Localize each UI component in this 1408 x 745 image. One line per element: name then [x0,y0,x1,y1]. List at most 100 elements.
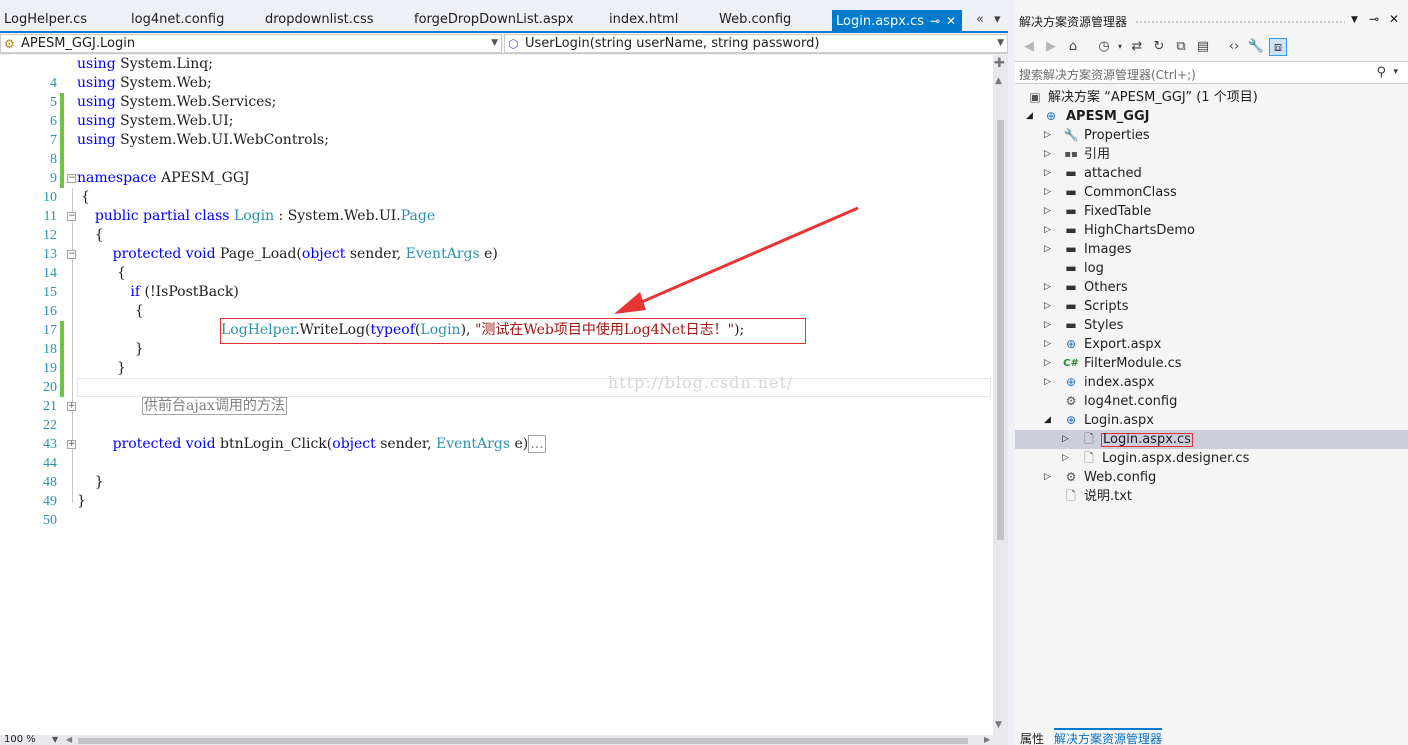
preview-icon[interactable]: ⧈ [1269,38,1287,56]
window-position-dropdown-icon[interactable]: ▼ [1351,15,1358,25]
tree-node-label: CommonClass [1084,185,1177,200]
scrollbar-thumb[interactable] [997,120,1004,540]
properties-icon[interactable]: 🔧 [1247,38,1265,56]
pin-icon[interactable]: ⊸ [1369,12,1379,26]
tab-forgedropdownlist-aspx[interactable]: forgeDropDownList.aspx [414,9,574,31]
expand-arrow-icon[interactable]: ▷ [1062,449,1069,468]
chevron-down-icon[interactable]: ▼ [997,35,1004,52]
collapse-icon[interactable]: − [67,250,76,259]
tree-node-project[interactable]: ◢ ⊕ APESM_GGJ [1015,107,1408,126]
zoom-level[interactable]: 100 % [4,734,36,745]
expand-arrow-icon[interactable]: ▷ [1044,335,1051,354]
member-combo[interactable]: ⬡ UserLogin(string userName, string pass… [504,34,1008,53]
chevron-down-icon[interactable]: ▼ [491,35,498,52]
expand-icon[interactable]: + [67,440,76,449]
horizontal-scrollbar-thumb[interactable] [78,738,968,744]
tree-node-folder[interactable]: ▷ ▬ attached [1015,164,1408,183]
collapsed-body[interactable]: ... [528,435,546,453]
tree-node-file[interactable]: ▷ C# FilterModule.cs [1015,354,1408,373]
search-options-dropdown-icon[interactable]: ▾ [1393,67,1398,77]
collapse-arrow-icon[interactable]: ◢ [1044,411,1051,430]
expand-arrow-icon[interactable]: ▷ [1062,430,1069,449]
zoom-dropdown-icon[interactable]: ▼ [52,735,58,744]
tree-node-file-selected[interactable]: ▷ 🗋 Login.aspx.cs [1015,430,1408,449]
tree-node-file[interactable]: 🗋 说明.txt [1015,487,1408,506]
tab-log4net-config[interactable]: log4net.config [131,9,224,31]
view-code-icon[interactable]: ‹› [1225,38,1243,56]
expand-arrow-icon[interactable]: ▷ [1044,354,1051,373]
grip-dots [1135,20,1345,25]
folder-icon: ▬ [1065,223,1077,237]
tree-node-file[interactable]: ▷ ⊕ Export.aspx [1015,335,1408,354]
scroll-tabs-left-icon[interactable]: « [976,12,984,27]
expand-arrow-icon[interactable]: ▷ [1044,373,1051,392]
search-icon[interactable]: ⚲ [1376,65,1386,80]
tree-node-file[interactable]: ⚙ log4net.config [1015,392,1408,411]
editor-vertical-scrollbar[interactable]: ✚ ▲ ▼ [993,55,1008,735]
collapse-all-icon[interactable]: ⧉ [1172,38,1190,56]
code-editor[interactable]: 4 using System.Linq; 5 using System.Web;… [0,55,993,735]
expand-arrow-icon[interactable]: ▷ [1044,468,1051,487]
tab-web-config[interactable]: Web.config [719,9,791,31]
pin-icon[interactable]: ⊸ [930,10,940,32]
forward-icon[interactable]: ▶ [1042,38,1060,56]
expand-arrow-icon[interactable]: ▷ [1044,183,1051,202]
tree-node-solution[interactable]: ▣ 解决方案 “APESM_GGJ” (1 个项目) [1015,88,1408,107]
collapse-arrow-icon[interactable]: ◢ [1026,107,1033,126]
history-dropdown-icon[interactable]: ▾ [1111,38,1129,56]
tree-node-file[interactable]: ◢ ⊕ Login.aspx [1015,411,1408,430]
expand-arrow-icon[interactable]: ▷ [1044,202,1051,221]
line-code: { [77,265,126,281]
class-combo[interactable]: ⚙ APESM_GGJ.Login ▼ [0,34,502,53]
show-all-files-icon[interactable]: ▤ [1194,38,1212,56]
tab-properties[interactable]: 属性 [1020,730,1044,745]
tree-node-folder[interactable]: ▷ ▬ FixedTable [1015,202,1408,221]
expand-arrow-icon[interactable]: ▷ [1044,145,1051,164]
home-icon[interactable]: ⌂ [1064,38,1082,56]
tab-dropdownlist-css[interactable]: dropdownlist.css [265,9,374,31]
tree-node-file[interactable]: ▷ ⊕ index.aspx [1015,373,1408,392]
tree-node-references[interactable]: ▷ ▪▪ 引用 [1015,145,1408,164]
tree-node-folder[interactable]: ▷ ▬ Scripts [1015,297,1408,316]
scroll-up-icon[interactable]: ▲ [995,76,1002,86]
tab-index-html[interactable]: index.html [609,9,678,31]
tree-node-folder[interactable]: ▬ log [1015,259,1408,278]
tree-node-label: Login.aspx [1084,413,1154,428]
scroll-left-icon[interactable]: ◀ [66,735,72,744]
tab-solution-explorer[interactable]: 解决方案资源管理器 [1054,728,1163,745]
collapse-icon[interactable]: − [67,212,76,221]
close-icon[interactable]: ✕ [946,10,956,32]
scroll-down-icon[interactable]: ▼ [995,720,1002,730]
expand-arrow-icon[interactable]: ▷ [1044,240,1051,259]
refresh-icon[interactable]: ↻ [1150,38,1168,56]
tree-node-file[interactable]: ▷ 🗋 Login.aspx.designer.cs [1015,449,1408,468]
split-editor-icon[interactable]: ✚ [994,56,1005,71]
tree-node-folder[interactable]: ▷ ▬ Images [1015,240,1408,259]
expand-arrow-icon[interactable]: ▷ [1044,297,1051,316]
tree-node-properties[interactable]: ▷ 🔧 Properties [1015,126,1408,145]
collapsed-region[interactable]: 供前台ajax调用的方法 [142,397,287,415]
tree-node-folder[interactable]: ▷ ▬ Styles [1015,316,1408,335]
expand-arrow-icon[interactable]: ▷ [1044,126,1051,145]
panel-title: 解决方案资源管理器 [1019,15,1128,29]
expand-arrow-icon[interactable]: ▷ [1044,164,1051,183]
tree-node-file[interactable]: ▷ ⚙ Web.config [1015,468,1408,487]
solution-search-input[interactable]: 搜索解决方案资源管理器(Ctrl+;) ⚲ ▾ [1015,61,1408,84]
expand-icon[interactable]: + [67,402,76,411]
panel-splitter[interactable] [1008,0,1015,745]
tree-node-folder[interactable]: ▷ ▬ Others [1015,278,1408,297]
tab-list-dropdown-icon[interactable]: ▾ [994,12,1001,27]
tab-login-aspx-cs[interactable]: Login.aspx.cs ⊸ ✕ [832,10,963,32]
tab-loghelper-cs[interactable]: LogHelper.cs [4,9,87,31]
tree-node-folder[interactable]: ▷ ▬ HighChartsDemo [1015,221,1408,240]
scroll-right-icon[interactable]: ▶ [984,735,990,744]
close-icon[interactable]: ✕ [1389,12,1399,26]
expand-arrow-icon[interactable]: ▷ [1044,221,1051,240]
sync-icon[interactable]: ⇄ [1128,38,1146,56]
folder-icon: ▬ [1065,318,1077,332]
expand-arrow-icon[interactable]: ▷ [1044,316,1051,335]
tree-node-folder[interactable]: ▷ ▬ CommonClass [1015,183,1408,202]
expand-arrow-icon[interactable]: ▷ [1044,278,1051,297]
collapse-icon[interactable]: − [67,174,76,183]
back-icon[interactable]: ◀ [1020,38,1038,56]
